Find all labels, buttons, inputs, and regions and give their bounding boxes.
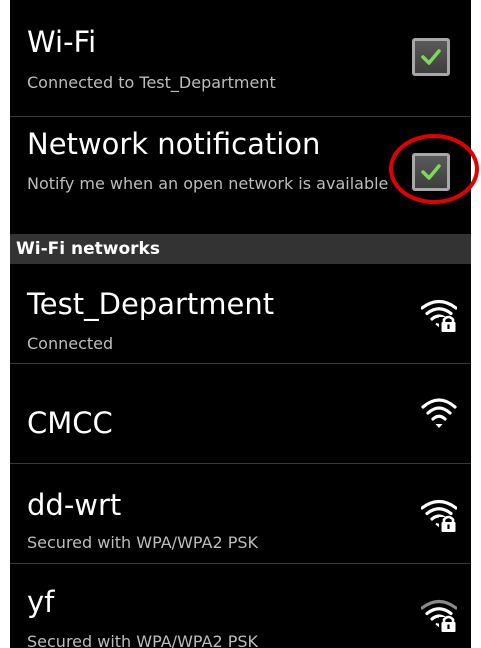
wifi-settings-screen: Wi-Fi Connected to Test_Department Netwo… <box>10 0 471 648</box>
network-notification-description: Notify me when an open network is availa… <box>27 174 389 193</box>
network-status: Secured with WPA/WPA2 PSK <box>27 632 259 648</box>
wifi-locked-icon <box>421 499 457 533</box>
network-item-dd-wrt[interactable]: dd-wrt Secured with WPA/WPA2 PSK <box>10 464 471 564</box>
wifi-networks-header: Wi-Fi networks <box>10 234 471 264</box>
wifi-locked-icon <box>421 599 457 633</box>
network-item-cmcc[interactable]: CMCC <box>10 364 471 464</box>
wifi-networks-header-label: Wi-Fi networks <box>16 239 160 259</box>
wifi-status: Connected to Test_Department <box>27 73 276 92</box>
annotation-circle <box>389 134 479 204</box>
network-status: Connected <box>27 334 114 353</box>
network-name: dd-wrt <box>27 488 122 522</box>
wifi-title: Wi-Fi <box>27 25 97 59</box>
network-item-test-department[interactable]: Test_Department Connected <box>10 264 471 364</box>
network-status: Secured with WPA/WPA2 PSK <box>27 533 259 552</box>
network-notification-title: Network notification <box>27 127 321 161</box>
network-name: yf <box>27 585 55 619</box>
network-item-yf[interactable]: yf Secured with WPA/WPA2 PSK <box>10 564 471 648</box>
network-name: Test_Department <box>27 287 275 321</box>
check-icon <box>421 49 441 65</box>
wifi-toggle-row[interactable]: Wi-Fi Connected to Test_Department <box>10 0 471 117</box>
wifi-checkbox[interactable] <box>412 38 450 76</box>
network-name: CMCC <box>27 406 113 440</box>
wifi-open-icon <box>421 398 457 428</box>
wifi-locked-icon <box>421 299 457 333</box>
